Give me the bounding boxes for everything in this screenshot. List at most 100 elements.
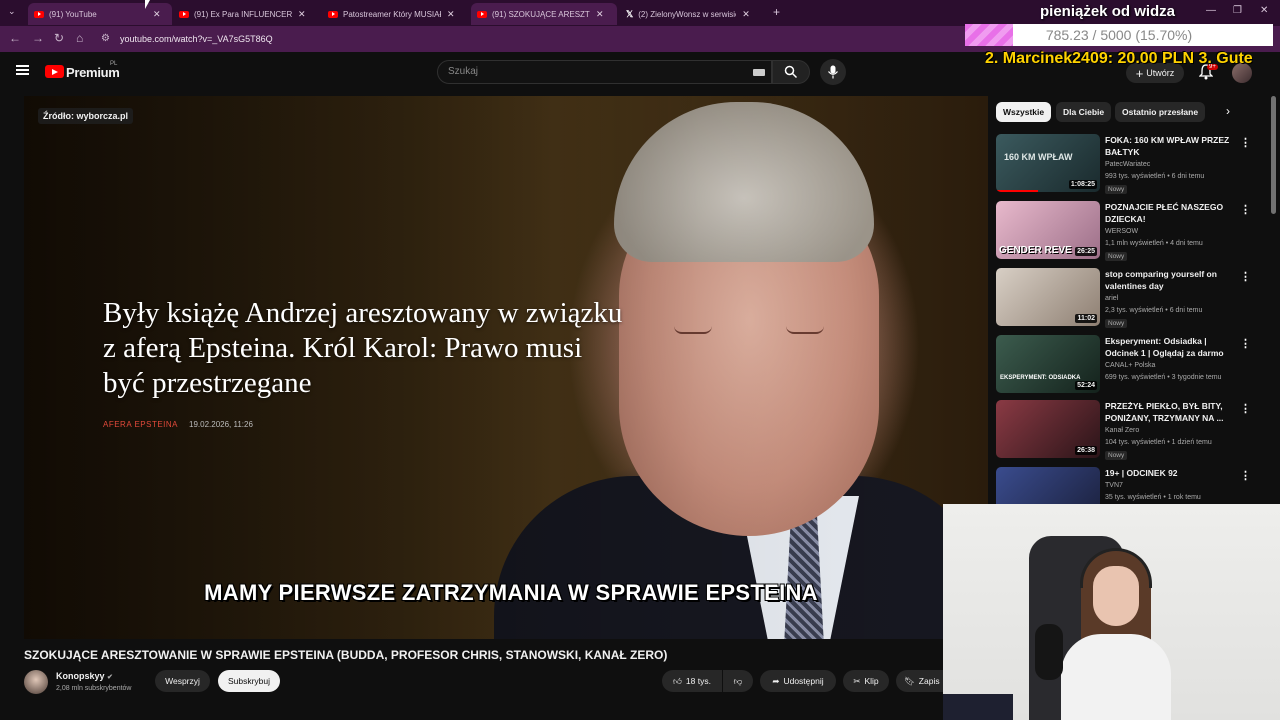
youtube-icon [328, 10, 338, 18]
donation-progress-text: 785.23 / 5000 (15.70%) [1045, 27, 1193, 43]
close-icon[interactable]: ✕ [298, 9, 306, 20]
keyboard-icon[interactable] [753, 69, 765, 76]
more-vert-icon[interactable]: ⋮ [1240, 136, 1251, 149]
recommendation-item[interactable]: 26:38 PRZEŻYŁ PIEKŁO, BYŁ BITY, PONIŻANY… [996, 400, 1256, 462]
recommendation-channel: CANAL+ Polska [1105, 362, 1156, 369]
tab-youtube[interactable]: (91) YouTube ✕ [28, 3, 172, 25]
bookmark-icon: 🔖︎ [904, 675, 915, 686]
tab-label: (91) Ex Para INFLUENCERÓW K [194, 9, 292, 19]
tab-szokujace[interactable]: (91) SZOKUJĄCE ARESZTOWAN ✕ [471, 3, 617, 25]
chip-label: Ostatnio przesłane [1122, 107, 1199, 117]
channel-name[interactable]: Konopskyy ✔ [56, 671, 113, 681]
recommendation-item[interactable]: EKSPERYMENT: ODSIADKA 52:24 Eksperyment:… [996, 335, 1256, 397]
support-button[interactable]: Wesprzyj [155, 670, 210, 692]
close-icon[interactable]: ✕ [596, 9, 604, 20]
voice-search-button[interactable] [820, 59, 846, 85]
video-thumbnail[interactable]: EKSPERYMENT: ODSIADKA 52:24 [996, 335, 1100, 393]
close-icon[interactable]: ✕ [447, 9, 455, 20]
new-tab-button[interactable]: + [773, 5, 780, 19]
channel-avatar[interactable] [24, 670, 48, 694]
back-icon[interactable]: ← [9, 31, 21, 45]
new-badge: Nowy [1105, 451, 1128, 460]
thumbnail-text: EKSPERYMENT: ODSIADKA [1000, 375, 1081, 381]
video-thumbnail[interactable]: GENDER REVE 26:25 [996, 201, 1100, 259]
menu-icon[interactable] [16, 65, 29, 75]
recommendation-item[interactable]: 160 KM WPŁAW 1:08:25 FOKA: 160 KM WPŁAW … [996, 134, 1256, 196]
minimize-icon[interactable]: — [1206, 5, 1216, 16]
recommendation-meta: 993 tys. wyświetleń • 6 dni temu [1105, 173, 1205, 180]
new-badge: Nowy [1105, 185, 1128, 194]
recommendation-item[interactable]: GENDER REVE 26:25 POZNAJCIE PŁEĆ NASZEGO… [996, 201, 1256, 263]
video-thumbnail[interactable]: 11:02 [996, 268, 1100, 326]
clip-button[interactable]: ✂ Klip [843, 670, 889, 692]
sidebar-scrollbar[interactable] [1271, 96, 1276, 214]
more-vert-icon[interactable]: ⋮ [1240, 270, 1251, 283]
subscribe-button[interactable]: Subskrybuj [218, 670, 280, 692]
more-vert-icon[interactable]: ⋮ [1240, 203, 1251, 216]
more-vert-icon[interactable]: ⋮ [1240, 469, 1251, 482]
video-thumbnail[interactable]: 26:38 [996, 400, 1100, 458]
chevron-right-icon[interactable]: › [1226, 104, 1230, 118]
forward-icon[interactable]: → [32, 31, 44, 45]
tab-ex-para[interactable]: (91) Ex Para INFLUENCERÓW K ✕ [173, 3, 319, 25]
youtube-header: Premium PL [0, 52, 980, 92]
url-field[interactable]: youtube.com/watch?v=_VA7sG5T86Q [120, 34, 273, 44]
subscribe-label: Subskrybuj [227, 676, 271, 686]
reload-icon[interactable]: ↻ [54, 31, 64, 45]
recommendation-item[interactable]: 11:02 stop comparing yourself on valenti… [996, 268, 1256, 330]
source-label: Źródło: wyborcza.pl [38, 108, 134, 124]
chip-label: Wszystkie [1003, 107, 1045, 117]
home-icon[interactable]: ⌂ [76, 31, 83, 45]
more-vert-icon[interactable]: ⋮ [1240, 402, 1251, 415]
article-date: 19.02.2026, 11:26 [189, 420, 253, 429]
recommendation-channel: WERSOW [1105, 228, 1139, 235]
recommendation-title: Eksperyment: Odsiadka | Odcinek 1 | Oglą… [1105, 336, 1224, 358]
duration-badge: 1:08:25 [1068, 180, 1097, 189]
window-close-icon[interactable]: ✕ [1260, 5, 1268, 16]
recommendation-meta: 35 tys. wyświetleń • 1 rok temu [1105, 494, 1201, 501]
chip-for-you[interactable]: Dla Ciebie [1056, 102, 1112, 122]
new-badge: Nowy [1105, 252, 1128, 261]
search-input[interactable] [448, 66, 728, 77]
dislike-button[interactable]: 👎︎ [723, 670, 753, 692]
search-box[interactable] [437, 60, 772, 84]
search-button[interactable] [772, 60, 810, 84]
tab-list-chevron-icon[interactable]: ⌄ [8, 6, 16, 17]
article-headline: Były książę Andrzej aresztowany w związk… [103, 297, 623, 399]
youtube-logo-icon[interactable] [45, 65, 64, 78]
maximize-icon[interactable]: ❐ [1233, 5, 1242, 16]
close-icon[interactable]: ✕ [153, 9, 161, 20]
video-caption: MAMY PIERWSZE ZATRZYMANIA W SPRAWIE EPST… [204, 580, 818, 605]
site-info-icon[interactable]: ⚙ [101, 33, 110, 44]
recommendation-item[interactable]: 19+ | ODCINEK 92 TVN7 35 tys. wyświetleń… [996, 467, 1256, 505]
microphone-icon [828, 65, 838, 79]
chip-all[interactable]: Wszystkie [996, 102, 1052, 122]
donation-ticker: 2. Marcinek2409: 20.00 PLN 3. Gute [985, 50, 1253, 67]
tab-zielonywonsz[interactable]: 𝕏 (2) ZielonyWonsz w serwisie X ✕ [620, 3, 766, 25]
new-badge: Nowy [1105, 319, 1128, 328]
watch-progress-bar [996, 190, 1038, 192]
like-button[interactable]: 👍︎ 18 tys. [662, 670, 722, 692]
duration-badge: 52:24 [1075, 381, 1097, 390]
duration-badge: 26:38 [1075, 446, 1097, 455]
video-title: SZOKUJĄCE ARESZTOWANIE W SPRAWIE EPSTEIN… [24, 648, 668, 662]
tab-label: (2) ZielonyWonsz w serwisie X [638, 9, 737, 19]
donation-goal-title: pieniążek od widza [1040, 3, 1176, 20]
chip-recently-uploaded[interactable]: Ostatnio przesłane [1115, 102, 1206, 122]
video-thumbnail[interactable] [996, 467, 1100, 505]
webcam-overlay [943, 504, 1280, 720]
thumbs-up-icon: 👍︎ [673, 675, 682, 686]
share-button[interactable]: ➦ Udostępnij [760, 670, 836, 692]
microphone-arm [1035, 624, 1063, 680]
recommendation-meta: 1,1 mln wyświetleń • 4 dni temu [1105, 240, 1203, 247]
streamer-shirt [1061, 634, 1171, 720]
brand-label[interactable]: Premium [66, 65, 120, 80]
video-player[interactable]: Źródło: wyborcza.pl Były książę Andrzej … [24, 96, 988, 639]
tab-label: (91) SZOKUJĄCE ARESZTOWAN [492, 9, 590, 19]
video-thumbnail[interactable]: 160 KM WPŁAW 1:08:25 [996, 134, 1100, 192]
close-icon[interactable]: ✕ [742, 9, 750, 20]
save-label: Zapis [918, 676, 940, 686]
more-vert-icon[interactable]: ⋮ [1240, 337, 1251, 350]
tab-patostreamer[interactable]: Patostreamer Który MUSIAŁ ZN ✕ [322, 3, 468, 25]
tab-label: Patostreamer Który MUSIAŁ ZN [343, 9, 441, 19]
